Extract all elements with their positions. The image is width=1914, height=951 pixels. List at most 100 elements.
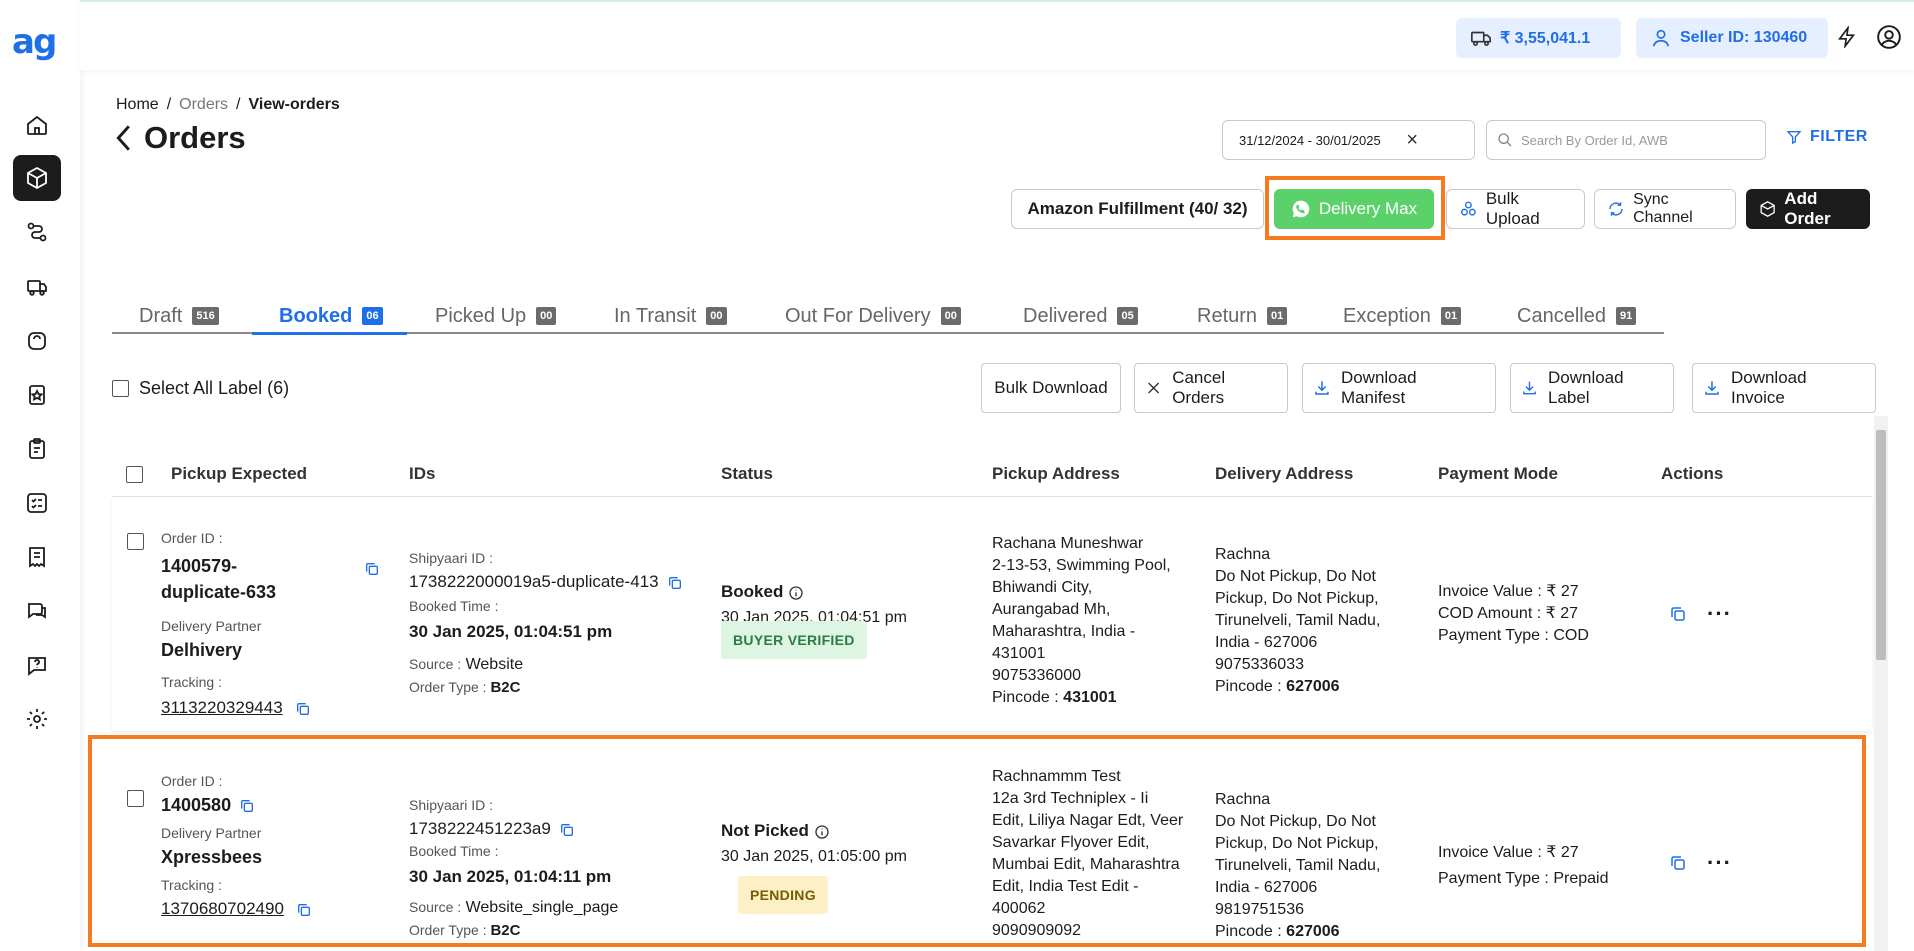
more-actions-icon[interactable]: ··· bbox=[1707, 852, 1732, 874]
tab-label: Delivered bbox=[1023, 304, 1108, 327]
tracking-label: Tracking : bbox=[161, 674, 222, 690]
copy-icon[interactable] bbox=[296, 902, 312, 918]
delivery-partner-value: Delhivery bbox=[161, 640, 243, 660]
pincode-value: 627006 bbox=[1286, 678, 1340, 695]
order-id-value: 1400580 bbox=[161, 794, 371, 816]
address-line: Tirunelveli, Tamil Nadu, bbox=[1215, 857, 1381, 874]
truck-wallet-icon[interactable] bbox=[13, 264, 61, 310]
sidebar: ag bbox=[0, 0, 80, 951]
tab-out-for-delivery[interactable]: Out For Delivery 00 bbox=[785, 300, 961, 332]
tab-draft[interactable]: Draft 516 bbox=[139, 300, 219, 332]
ids-cell: Shipyaari ID : 1738222000019a5-duplicate… bbox=[409, 547, 689, 699]
status-text: Booked bbox=[721, 582, 784, 601]
address-line: 431001 bbox=[992, 645, 1046, 662]
bulk-download-button[interactable]: Bulk Download bbox=[981, 363, 1121, 413]
status-time: 30 Jan 2025, 01:05:00 pm bbox=[721, 848, 907, 865]
invoice-icon[interactable] bbox=[13, 534, 61, 580]
breadcrumb-home[interactable]: Home bbox=[116, 96, 159, 114]
cancel-orders-button[interactable]: Cancel Orders bbox=[1134, 363, 1288, 413]
table-scrollbar-thumb[interactable] bbox=[1876, 430, 1886, 660]
header-checkbox[interactable] bbox=[126, 466, 143, 483]
info-icon[interactable] bbox=[788, 585, 804, 601]
shipyaari-id: 1738222451223a9 bbox=[409, 819, 551, 838]
chat-icon[interactable] bbox=[13, 588, 61, 634]
copy-icon[interactable] bbox=[364, 561, 380, 577]
pincode-label: Pincode : bbox=[1215, 678, 1282, 695]
filter-button[interactable]: FILTER bbox=[1786, 128, 1868, 146]
search-icon bbox=[1498, 133, 1512, 147]
add-order-button[interactable]: Add Order bbox=[1746, 189, 1870, 229]
download-manifest-label: Download Manifest bbox=[1340, 368, 1417, 407]
copy-icon[interactable] bbox=[559, 822, 575, 838]
lightning-icon[interactable] bbox=[1832, 22, 1862, 52]
route-icon[interactable] bbox=[13, 209, 61, 255]
home-icon[interactable] bbox=[13, 102, 61, 148]
more-actions-icon[interactable]: ··· bbox=[1707, 603, 1732, 625]
tracking-row: 3113220329443 bbox=[161, 697, 371, 720]
profile-icon[interactable] bbox=[1874, 22, 1904, 52]
tab-cancelled[interactable]: Cancelled 91 bbox=[1517, 300, 1637, 332]
settings-gear-icon[interactable] bbox=[13, 696, 61, 742]
status-tabs: Draft 516 Booked 06 Picked Up 00 In Transit… bbox=[112, 298, 1664, 335]
shipyaari-id-row: 1738222451223a9 bbox=[409, 818, 689, 840]
tab-return[interactable]: Return 01 bbox=[1197, 300, 1288, 332]
tab-count: 00 bbox=[706, 307, 727, 325]
select-all-checkbox[interactable] bbox=[112, 380, 129, 397]
address-line: Maharashtra, India - bbox=[992, 623, 1136, 640]
select-all-label: Select All Label (6) bbox=[139, 378, 290, 398]
address-line: 9819751536 bbox=[1215, 901, 1304, 918]
download-label-button[interactable]: Download Label bbox=[1510, 363, 1674, 413]
status-badge: PENDING bbox=[738, 876, 828, 914]
copy-order-icon[interactable] bbox=[1669, 854, 1687, 872]
date-range-picker[interactable]: 31/12/2024 - 30/01/2025 × bbox=[1222, 120, 1475, 160]
amazon-fulfillment-button[interactable]: Amazon Fulfillment (40/ 32) bbox=[1011, 189, 1264, 229]
bulk-upload-button[interactable]: Bulk Upload bbox=[1446, 189, 1585, 229]
amazon-fulfillment-label: Amazon Fulfillment (40/ 32) bbox=[1027, 199, 1248, 218]
download-invoice-button[interactable]: Download Invoice bbox=[1692, 363, 1876, 413]
app-logo[interactable]: ag bbox=[12, 22, 60, 62]
tracking-link[interactable]: 1370680702490 bbox=[161, 899, 284, 918]
status-cell: Not Picked 30 Jan 2025, 01:05:00 pm PEND… bbox=[721, 820, 961, 914]
pickup-address-cell: Rachana Muneshwar 2-13-53, Swimming Pool… bbox=[992, 533, 1202, 709]
copy-icon[interactable] bbox=[239, 798, 255, 814]
delivery-max-button[interactable]: Delivery Max bbox=[1274, 189, 1434, 229]
select-all-labels[interactable]: Select All Label (6) bbox=[112, 378, 289, 399]
clear-date-icon[interactable]: × bbox=[1406, 129, 1418, 152]
checklist-icon[interactable] bbox=[13, 480, 61, 526]
back-arrow-icon[interactable] bbox=[112, 124, 134, 152]
breadcrumb-orders[interactable]: Orders bbox=[179, 96, 228, 114]
copy-icon[interactable] bbox=[667, 575, 683, 591]
table-row: Order ID : 1400580 Delivery Partner Xpre… bbox=[112, 736, 1872, 951]
copy-order-icon[interactable] bbox=[1669, 605, 1687, 623]
tab-picked-up[interactable]: Picked Up 00 bbox=[435, 300, 557, 332]
tab-in-transit[interactable]: In Transit 00 bbox=[614, 300, 727, 332]
tab-booked[interactable]: Booked 06 bbox=[279, 300, 383, 332]
top-bar: ₹ 3,55,041.1 Seller ID: 130460 bbox=[80, 0, 1914, 70]
info-icon[interactable] bbox=[814, 824, 830, 840]
search-box[interactable] bbox=[1486, 120, 1766, 160]
badge-icon[interactable] bbox=[13, 372, 61, 418]
sync-channel-button[interactable]: Sync Channel bbox=[1594, 189, 1736, 229]
column-header: Actions bbox=[1661, 464, 1724, 483]
shipyaari-id-label: Shipyaari ID : bbox=[409, 550, 494, 566]
column-header: Payment Mode bbox=[1438, 464, 1558, 483]
tab-label: Out For Delivery bbox=[785, 304, 931, 327]
column-header: Pickup Expected bbox=[171, 464, 308, 483]
copy-icon[interactable] bbox=[295, 701, 311, 717]
weight-icon[interactable] bbox=[13, 318, 61, 364]
row-checkbox[interactable] bbox=[127, 533, 144, 550]
tab-delivered[interactable]: Delivered 05 bbox=[1023, 300, 1138, 332]
row-checkbox[interactable] bbox=[127, 790, 144, 807]
clipboard-icon[interactable] bbox=[13, 426, 61, 472]
help-icon[interactable] bbox=[13, 642, 61, 688]
seller-id: Seller ID: 130460 bbox=[1680, 29, 1808, 46]
seller-id-pill[interactable]: Seller ID: 130460 bbox=[1636, 18, 1828, 58]
orders-box-icon[interactable] bbox=[13, 155, 61, 201]
search-input[interactable] bbox=[1521, 132, 1741, 148]
table-header: Pickup Expected IDs Status Pickup Addres… bbox=[112, 450, 1872, 496]
tracking-link[interactable]: 3113220329443 bbox=[161, 698, 283, 717]
wallet-balance-pill[interactable]: ₹ 3,55,041.1 bbox=[1456, 18, 1621, 58]
download-manifest-button[interactable]: Download Manifest bbox=[1302, 363, 1496, 413]
tab-exception[interactable]: Exception 01 bbox=[1343, 300, 1462, 332]
address-line: Bhiwandi City, bbox=[992, 579, 1093, 596]
